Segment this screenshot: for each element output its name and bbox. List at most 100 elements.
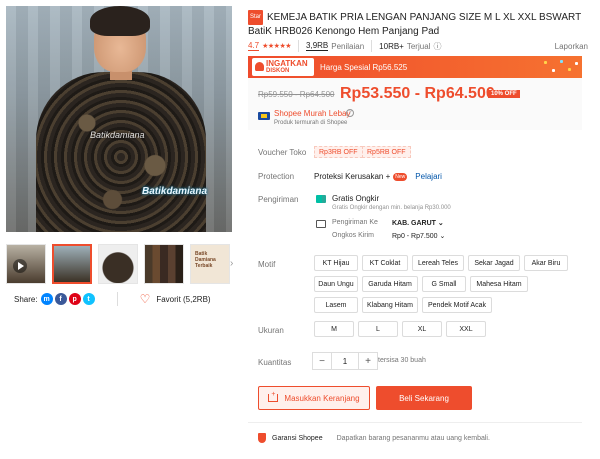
product-gallery: Batikdamiana Batikdamiana Batik Damiana … xyxy=(6,6,233,284)
size-option[interactable]: M xyxy=(314,321,354,337)
protection-text[interactable]: Proteksi Kerusakan + xyxy=(314,172,390,181)
model-hair xyxy=(90,6,150,36)
thumbnail-image[interactable] xyxy=(52,244,92,284)
thumbnail-image[interactable] xyxy=(98,244,138,284)
voucher-chip[interactable]: Rp3RB OFF xyxy=(314,146,363,158)
pinterest-icon[interactable]: p xyxy=(68,293,81,305)
truck-icon xyxy=(316,220,326,228)
shipping-label: Pengiriman xyxy=(258,195,299,204)
motif-label: Motif xyxy=(258,260,276,269)
favorite-count[interactable]: Favorit (5,2RB) xyxy=(156,295,210,304)
guarantee-title[interactable]: Garansi Shopee xyxy=(272,435,323,442)
voucher-chip[interactable]: Rp5RB OFF xyxy=(362,146,411,158)
voucher-label: Voucher Toko xyxy=(258,148,307,157)
thumbnail-strip: Batik Damiana Terbaik › xyxy=(6,244,233,284)
motif-option[interactable]: Lasem xyxy=(314,297,358,313)
model-shirt xyxy=(36,72,206,232)
shipping-cost-value: Rp0 - Rp7.500 xyxy=(392,233,438,240)
buy-now-label: Beli Sekarang xyxy=(399,393,449,403)
motif-option[interactable]: KT Hijau xyxy=(314,255,358,271)
quantity-input[interactable]: 1 xyxy=(331,353,359,369)
product-title-text: KEMEJA BATIK PRIA LENGAN PANJANG SIZE M … xyxy=(248,12,581,37)
flash-banner: INGATKAN DISKON Harga Spesial Rp56.525 xyxy=(248,56,582,78)
ship-to-value: KAB. GARUT xyxy=(392,220,436,227)
guarantee-description: Dapatkan barang pesananmu atau uang kemb… xyxy=(336,434,490,442)
motif-option[interactable]: G Small xyxy=(422,276,466,292)
logo-line-2: DISKON xyxy=(266,68,290,74)
watermark-logo-text: Batikdamiana xyxy=(142,186,208,197)
product-title: Star KEMEJA BATIK PRIA LENGAN PANJANG SIZ… xyxy=(248,10,588,38)
size-option[interactable]: XXL xyxy=(446,321,486,337)
ship-to-label: Pengiriman Ke xyxy=(332,219,378,226)
chevron-down-icon: ⌄ xyxy=(437,220,444,227)
bell-icon xyxy=(255,62,264,71)
motif-option[interactable]: KT Coklat xyxy=(362,255,408,271)
heart-icon[interactable]: ♡ xyxy=(140,292,151,306)
current-price: Rp53.550 - Rp64.500 xyxy=(340,85,495,102)
guarantee-row: Garansi Shopee Dapatkan barang pesananmu… xyxy=(248,422,582,443)
free-shipping-subtitle: Gratis Ongkir dengan min. belanja Rp30.0… xyxy=(332,205,451,211)
main-product-image[interactable]: Batikdamiana Batikdamiana xyxy=(6,6,232,232)
learn-more-link[interactable]: Pelajari xyxy=(415,172,442,181)
motif-option[interactable]: Sekar Jagad xyxy=(468,255,520,271)
shipping-cost-label: Ongkos Kirim xyxy=(332,232,375,239)
star-rating-icon: ★★★★★ xyxy=(262,43,292,50)
rating-row: 4.7 ★★★★★ 3,9RB Penilaian 10RB+ Terjual … xyxy=(248,40,588,52)
chevron-down-icon: ⌄ xyxy=(439,233,446,240)
promo-badge-icon xyxy=(258,112,270,120)
protection-label: Protection xyxy=(258,172,295,181)
motif-option[interactable]: Akar Biru xyxy=(524,255,568,271)
reviews-count[interactable]: 3,9RB xyxy=(306,41,329,51)
discount-badge: 10% OFF xyxy=(488,90,520,98)
protection-row: Proteksi Kerusakan + New Pelajari xyxy=(314,172,442,181)
stock-remaining: tersisa 30 buah xyxy=(378,357,426,364)
add-to-cart-label: Masukkan Keranjang xyxy=(284,393,360,403)
help-icon[interactable]: ⓘ xyxy=(433,41,441,52)
add-to-cart-button[interactable]: Masukkan Keranjang xyxy=(258,386,370,410)
share-label: Share: xyxy=(14,294,38,304)
thumbnail-video[interactable] xyxy=(6,244,46,284)
thumbnail-image[interactable] xyxy=(144,244,184,284)
divider xyxy=(116,292,118,306)
motif-option[interactable]: Garuda Hitam xyxy=(362,276,418,292)
play-icon xyxy=(13,259,27,273)
thumbnail-caption: Batik Damiana Terbaik xyxy=(195,251,216,269)
ship-to-select[interactable]: KAB. GARUT ⌄ xyxy=(392,219,444,227)
report-link[interactable]: Laporkan xyxy=(555,42,588,51)
increment-button[interactable]: + xyxy=(359,353,377,369)
motif-option[interactable]: Mahesa Hitam xyxy=(470,276,528,292)
ingatkan-diskon-logo: INGATKAN DISKON xyxy=(252,58,314,76)
messenger-icon[interactable]: m xyxy=(40,293,53,305)
rating-score[interactable]: 4.7 xyxy=(248,41,260,51)
watermark-text: Batikdamiana xyxy=(90,130,145,140)
quantity-label: Kuantitas xyxy=(258,358,292,367)
size-label: Ukuran xyxy=(258,326,284,335)
divider xyxy=(298,40,300,52)
shipping-cost-select[interactable]: Rp0 - Rp7.500 ⌄ xyxy=(392,232,445,240)
decrement-button[interactable]: − xyxy=(313,353,331,369)
motif-option[interactable]: Pendek Motif Acak xyxy=(422,297,492,313)
size-option[interactable]: XL xyxy=(402,321,442,337)
thumbnail-image[interactable]: Batik Damiana Terbaik xyxy=(190,244,230,284)
buy-now-button[interactable]: Beli Sekarang xyxy=(376,386,472,410)
reviews-label: Penilaian xyxy=(331,41,365,51)
motif-option[interactable]: Daun Ungu xyxy=(314,276,358,292)
question-icon[interactable]: ? xyxy=(346,109,354,117)
original-price: Rp59.550 - Rp64.500 xyxy=(258,90,335,99)
special-price-text: Harga Spesial Rp56.525 xyxy=(320,62,408,72)
free-shipping-title: Gratis Ongkir xyxy=(332,194,380,203)
motif-option[interactable]: Klabang Hitam xyxy=(362,297,418,313)
twitter-icon[interactable]: t xyxy=(82,293,95,305)
size-option[interactable]: L xyxy=(358,321,398,337)
motif-option[interactable]: Lereah Teles xyxy=(412,255,464,271)
promo-subtitle: Produk termurah di Shopee xyxy=(274,120,348,126)
divider xyxy=(371,40,373,52)
promo-name[interactable]: Shopee Murah Lebay xyxy=(274,109,351,118)
star-seller-badge: Star xyxy=(248,10,264,25)
price-section: Rp59.550 - Rp64.500 Rp53.550 - Rp64.500 … xyxy=(248,78,582,130)
chevron-right-icon[interactable]: › xyxy=(230,258,240,270)
sold-count: 10RB+ xyxy=(379,41,404,51)
new-badge: New xyxy=(393,172,408,181)
logo-line-1: INGATKAN xyxy=(266,59,308,68)
facebook-icon[interactable]: f xyxy=(54,293,67,305)
